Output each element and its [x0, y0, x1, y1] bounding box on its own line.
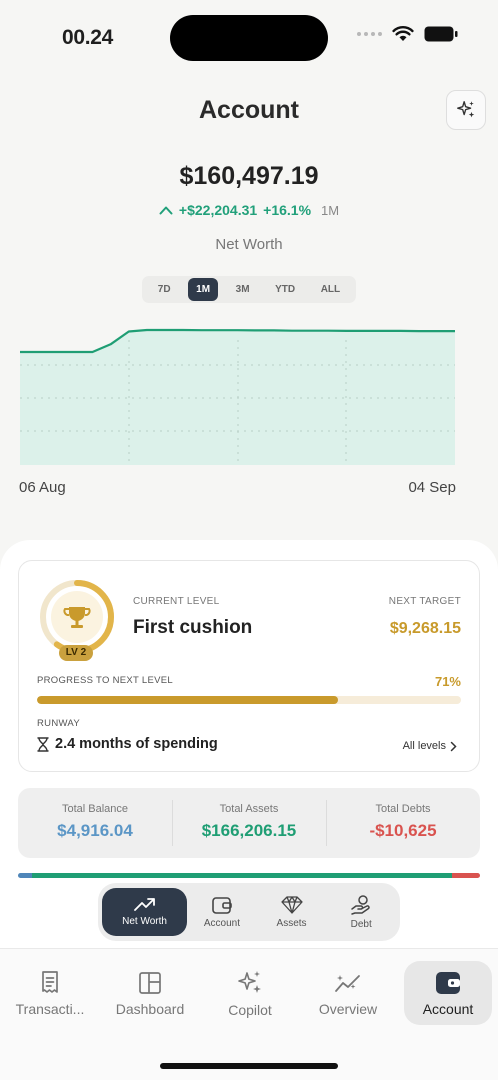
- net-worth-chart[interactable]: [0, 320, 498, 480]
- tab-bar: Transacti... Dashboard Copilot Overview …: [0, 948, 498, 1080]
- change-period: 1M: [321, 202, 340, 218]
- status-time: 00.24: [62, 26, 114, 49]
- tab-copilot-label: Copilot: [228, 1001, 272, 1018]
- subnav-debt-label: Debt: [350, 919, 372, 930]
- tab-transactions[interactable]: Transacti...: [6, 961, 94, 1025]
- chevron-right-icon: [450, 741, 457, 751]
- range-3m[interactable]: 3M: [228, 278, 258, 301]
- allocation-segment: [31, 873, 453, 878]
- diamond-icon: [280, 896, 303, 914]
- tab-dashboard[interactable]: Dashboard: [106, 961, 194, 1025]
- hourglass-icon: [37, 736, 49, 752]
- wallet-icon: [436, 971, 460, 994]
- sparkline-icon: [335, 974, 360, 992]
- tab-transactions-label: Transacti...: [15, 1000, 85, 1017]
- status-bar: 00.24: [0, 0, 498, 70]
- battery-icon: [424, 26, 458, 42]
- tab-dashboard-label: Dashboard: [115, 1000, 185, 1017]
- total-debts[interactable]: Total Debts -$10,625: [326, 788, 480, 858]
- account-subnav: Net Worth Account Assets Debt: [98, 883, 400, 941]
- progress-label: PROGRESS TO NEXT LEVEL: [37, 675, 173, 686]
- total-balance-label: Total Balance: [61, 803, 129, 815]
- subnav-account-label: Account: [203, 918, 240, 929]
- range-1m[interactable]: 1M: [188, 278, 219, 301]
- range-7d[interactable]: 7D: [150, 278, 179, 301]
- subnav-net-worth-label: Net Worth: [122, 916, 167, 927]
- current-level-name: First cushion: [133, 617, 253, 638]
- ai-insights-button[interactable]: [446, 90, 486, 130]
- all-levels-label: All levels: [402, 740, 446, 752]
- total-assets-label: Total Assets: [219, 803, 279, 815]
- dashboard-icon: [139, 971, 161, 994]
- all-levels-link[interactable]: All levels: [403, 740, 457, 752]
- progress-bar-fill: [37, 696, 339, 704]
- level-badge: LV 2: [59, 645, 93, 661]
- status-icons: [357, 26, 458, 42]
- tab-overview-label: Overview: [318, 1000, 378, 1017]
- dynamic-island: [170, 15, 328, 61]
- allocation-segment: [18, 873, 32, 878]
- progress-percent: 71%: [434, 674, 461, 689]
- range-ytd[interactable]: YTD: [267, 278, 303, 301]
- subnav-net-worth[interactable]: Net Worth: [102, 888, 188, 936]
- x-axis-start-label: 06 Aug: [19, 479, 66, 496]
- net-worth-value: $160,497.19: [179, 162, 319, 190]
- receipt-icon: [42, 970, 58, 993]
- tab-overview[interactable]: Overview: [304, 961, 392, 1025]
- tab-account-label: Account: [422, 1000, 474, 1017]
- progress-bar: [37, 696, 461, 704]
- total-assets[interactable]: Total Assets $166,206.15: [172, 788, 326, 858]
- chevron-up-icon: [159, 206, 173, 215]
- page-title: Account: [199, 96, 299, 124]
- next-target-label: NEXT TARGET: [388, 596, 461, 607]
- allocation-segment: [452, 873, 480, 878]
- total-balance-value: $4,916.04: [57, 821, 133, 840]
- range-all[interactable]: ALL: [313, 278, 348, 301]
- wifi-icon: [392, 26, 414, 41]
- total-debts-value: -$10,625: [369, 821, 437, 840]
- x-axis-end-label: 04 Sep: [408, 479, 456, 496]
- hand-coin-icon: [351, 895, 370, 915]
- runway-value-row: 2.4 months of spending: [37, 736, 218, 752]
- trend-up-icon: [133, 898, 155, 911]
- runway-value: 2.4 months of spending: [55, 736, 218, 752]
- tab-copilot[interactable]: Copilot: [206, 961, 294, 1025]
- allocation-bar: [18, 873, 480, 878]
- subnav-assets[interactable]: Assets: [257, 888, 327, 936]
- signal-icon: [357, 32, 382, 36]
- net-worth-label: Net Worth: [215, 236, 283, 253]
- subnav-debt[interactable]: Debt: [326, 888, 396, 936]
- sparkle-icon: [238, 970, 261, 993]
- next-target-value: $9,268.15: [389, 620, 461, 637]
- level-card[interactable]: LV 2 CURRENT LEVEL First cushion NEXT TA…: [18, 560, 480, 772]
- total-debts-label: Total Debts: [375, 803, 431, 815]
- total-assets-value: $166,206.15: [201, 821, 297, 840]
- change-percent: +16.1%: [263, 202, 312, 218]
- change-amount: +$22,204.31: [178, 202, 258, 218]
- range-selector: 7D 1M 3M YTD ALL: [142, 276, 356, 303]
- net-worth-change: +$22,204.31 +16.1% 1M: [0, 202, 498, 218]
- wallet-icon: [212, 897, 232, 914]
- totals-summary: Total Balance $4,916.04 Total Assets $16…: [18, 788, 480, 858]
- subnav-account[interactable]: Account: [187, 888, 257, 936]
- sparkle-icon: [457, 101, 475, 118]
- current-level-label: CURRENT LEVEL: [133, 596, 220, 607]
- runway-label: RUNWAY: [37, 718, 80, 729]
- tab-account[interactable]: Account: [404, 961, 492, 1025]
- subnav-assets-label: Assets: [276, 918, 307, 929]
- total-balance[interactable]: Total Balance $4,916.04: [18, 788, 172, 858]
- home-indicator: [160, 1063, 338, 1069]
